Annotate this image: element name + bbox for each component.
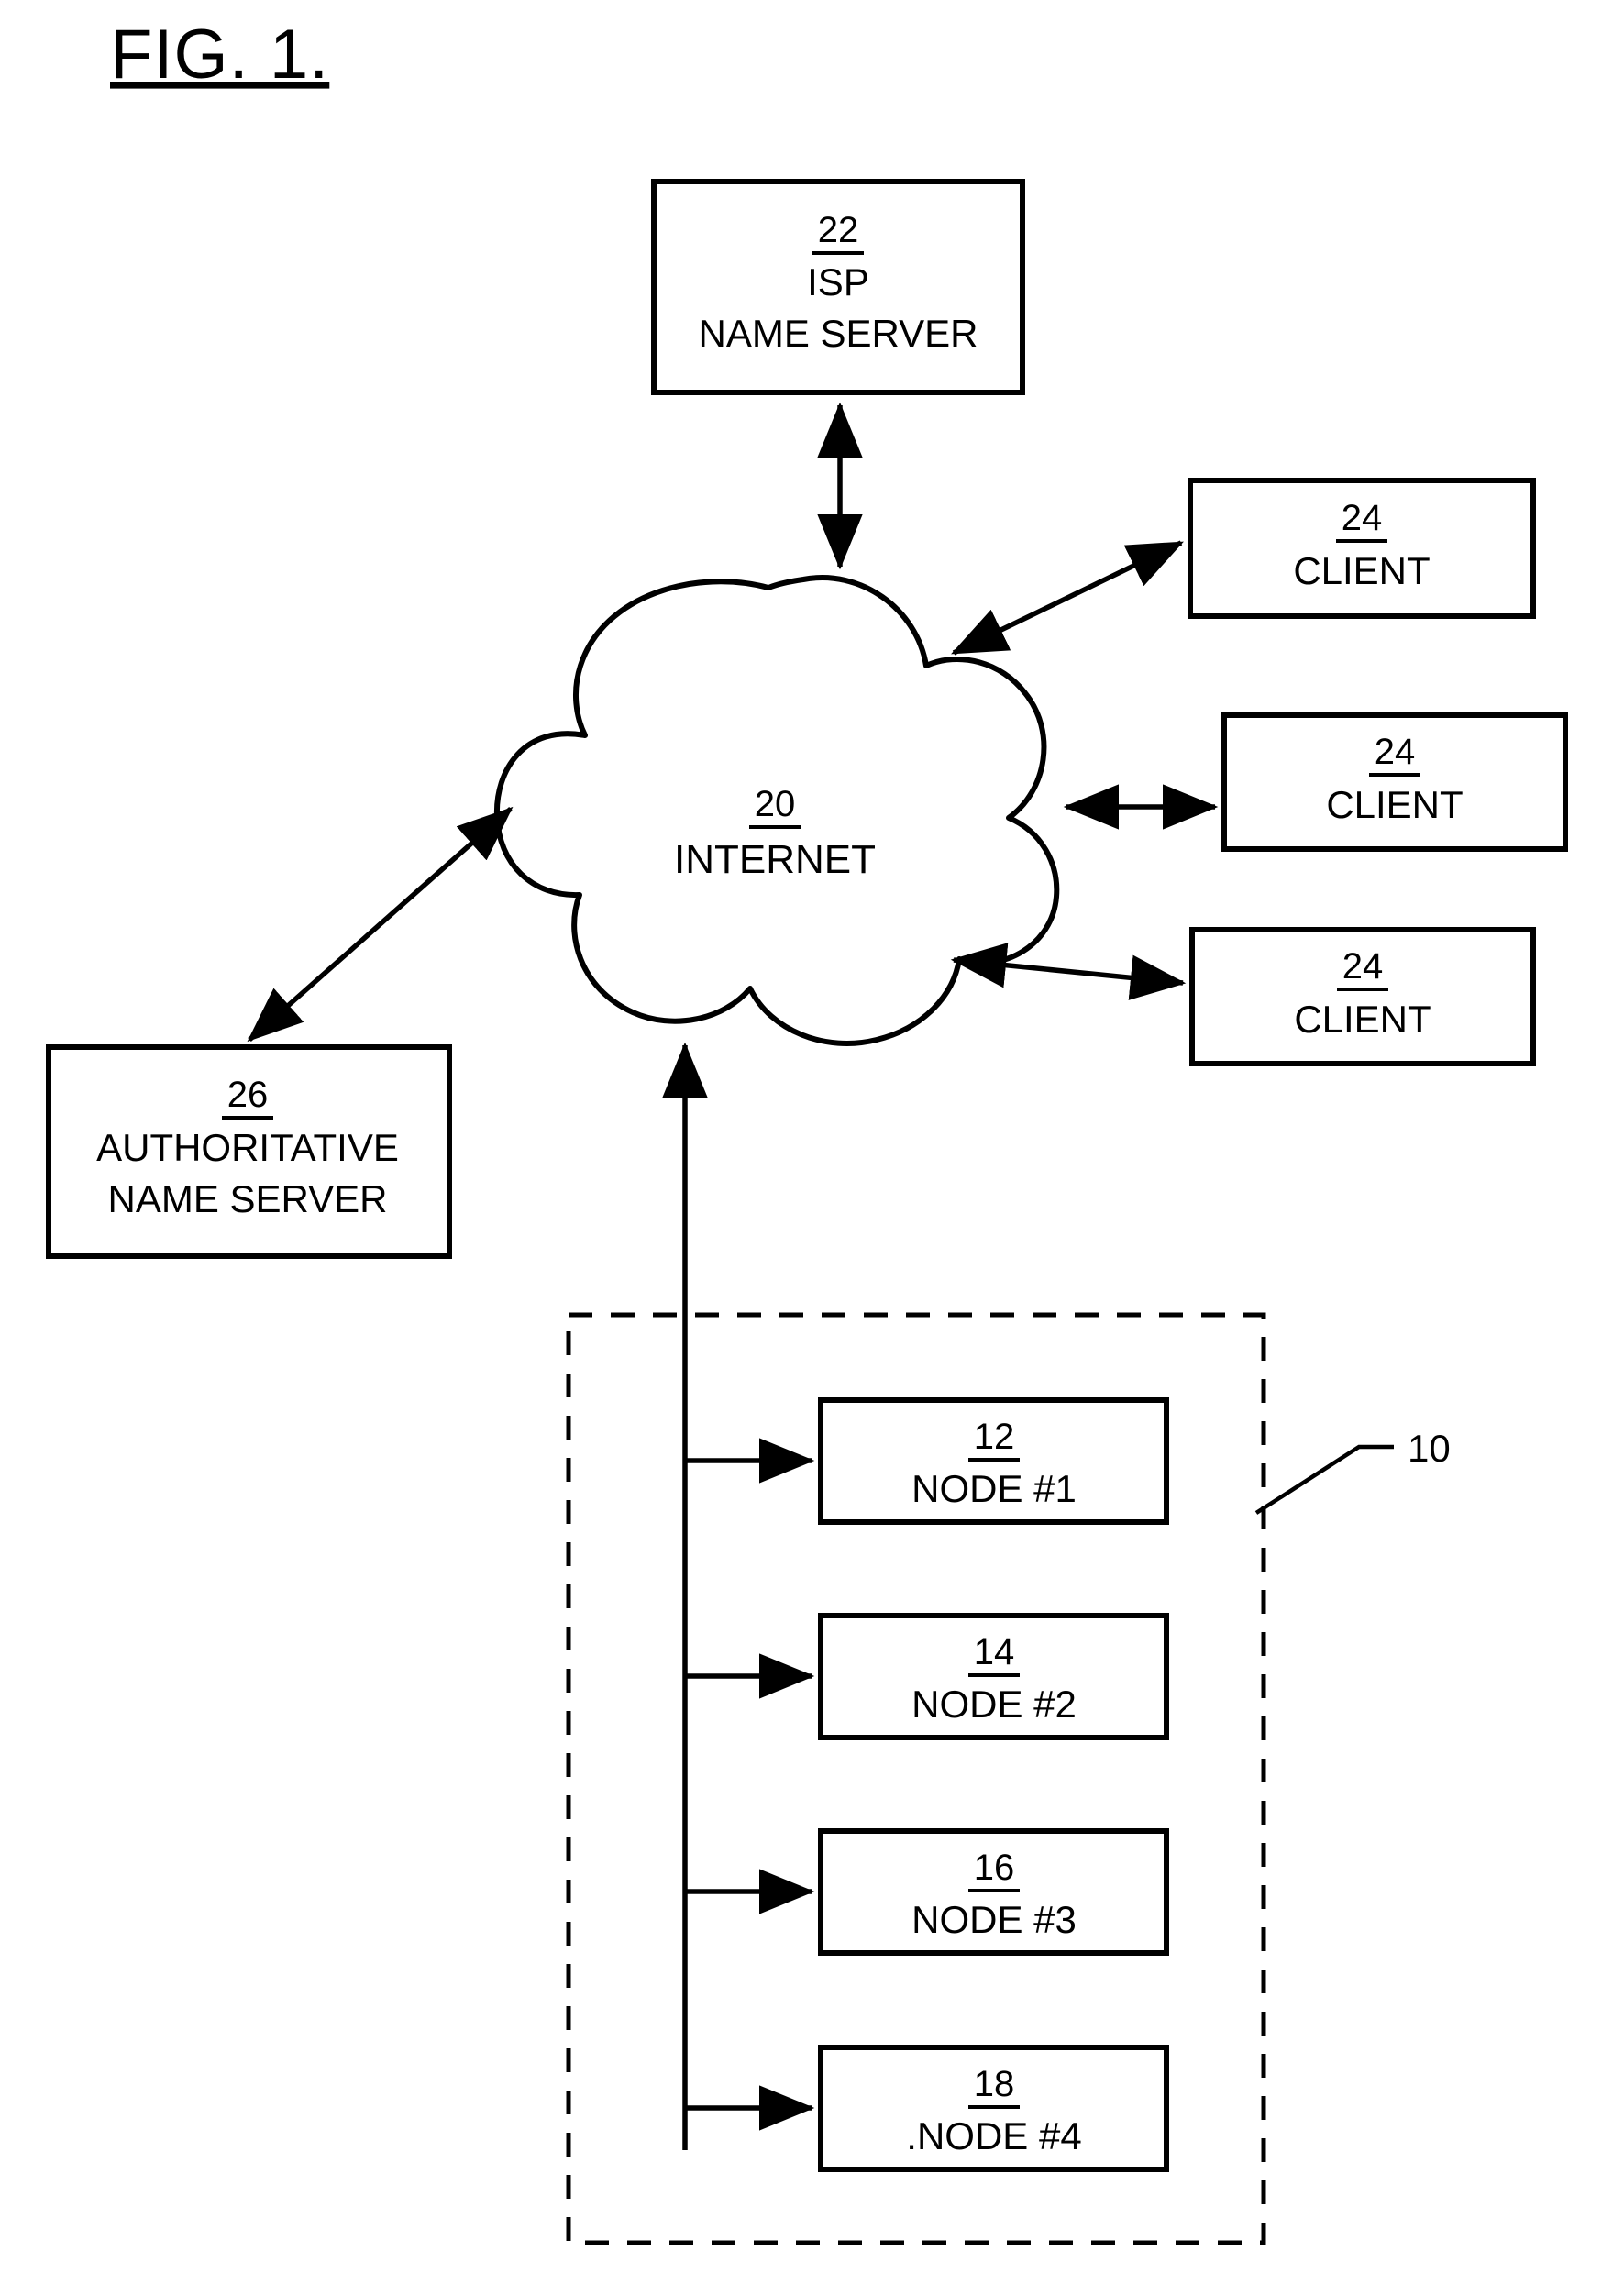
block-node-1: 12 NODE #1 (818, 1397, 1169, 1525)
internet-label: INTERNET (674, 837, 876, 882)
block-client-3: 24 CLIENT (1189, 927, 1536, 1066)
connector-client-1-to-internet (951, 540, 1184, 656)
node-2-label: NODE #2 (911, 1683, 1077, 1726)
internet-ref: 20 (755, 784, 796, 824)
block-authoritative-name-server: 26 AUTHORITATIVE NAME SERVER (46, 1044, 452, 1259)
patent-figure-page: FIG. 1. 22 ISP NAME SERVER 20 INTERNET 2… (0, 0, 1624, 2295)
client-3-label: CLIENT (1294, 998, 1431, 1041)
callout-10-label: 10 (1408, 1427, 1451, 1470)
client-2-ref: 24 (1375, 732, 1416, 772)
block-node-3: 16 NODE #3 (818, 1828, 1169, 1956)
isp-name-server-ref: 22 (818, 210, 859, 250)
isp-name-server-line1: ISP (807, 260, 869, 303)
client-1-label: CLIENT (1293, 549, 1430, 592)
authoritative-name-server-ref: 26 (227, 1075, 269, 1115)
node-2-ref: 14 (974, 1632, 1015, 1672)
node-4-label: .NODE #4 (906, 2114, 1081, 2157)
connector-client-3-to-internet (950, 943, 1187, 1000)
block-isp-name-server: 22 ISP NAME SERVER (651, 179, 1025, 395)
client-3-ref: 24 (1342, 946, 1384, 987)
block-client-1: 24 CLIENT (1188, 478, 1536, 619)
node-1-ref: 12 (974, 1417, 1015, 1457)
client-2-label: CLIENT (1326, 783, 1463, 826)
callout-10-leader-line (1254, 1444, 1394, 1515)
node-1-label: NODE #1 (911, 1467, 1077, 1510)
authoritative-name-server-line2: NAME SERVER (108, 1177, 388, 1220)
figure-1-diagram: FIG. 1. 22 ISP NAME SERVER 20 INTERNET 2… (46, 16, 1568, 2245)
connector-authoritative-to-internet (247, 806, 514, 1043)
block-internet-cloud: 20 INTERNET (493, 575, 1060, 1046)
node-3-ref: 16 (974, 1848, 1015, 1888)
node-3-label: NODE #3 (911, 1898, 1077, 1941)
block-node-4: 18 .NODE #4 (818, 2045, 1169, 2172)
figure-title: FIG. 1. (110, 16, 329, 94)
block-client-2: 24 CLIENT (1221, 712, 1568, 852)
block-node-2: 14 NODE #2 (818, 1613, 1169, 1740)
isp-name-server-line2: NAME SERVER (699, 312, 978, 355)
client-1-ref: 24 (1342, 498, 1383, 538)
authoritative-name-server-line1: AUTHORITATIVE (96, 1126, 399, 1169)
node-4-ref: 18 (974, 2064, 1015, 2104)
